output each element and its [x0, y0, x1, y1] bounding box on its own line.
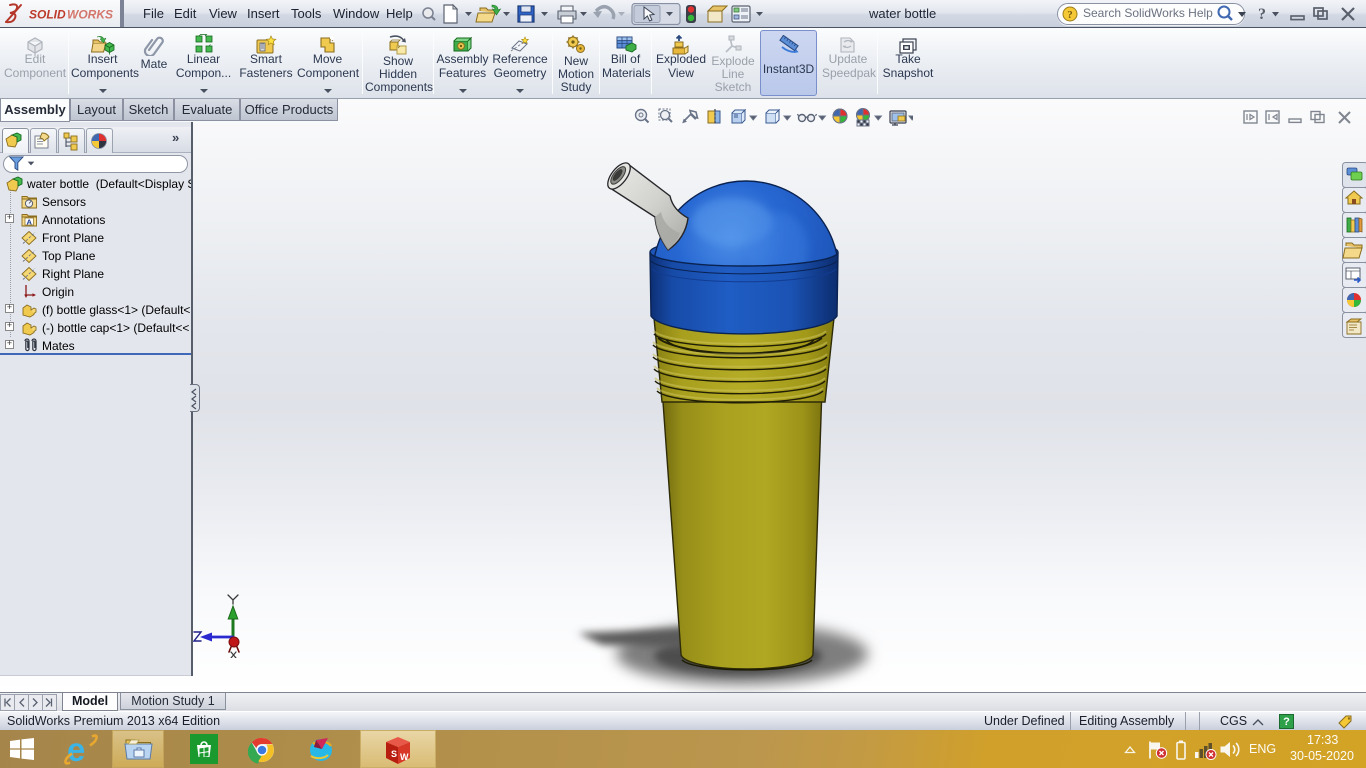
svg-text:e: e [67, 734, 85, 765]
svg-text:A: A [26, 218, 32, 227]
svg-text:?: ? [1067, 9, 1073, 21]
svg-text:S: S [391, 749, 397, 759]
svg-text:W: W [400, 752, 409, 762]
svg-text:WORKS: WORKS [67, 8, 113, 22]
svg-text:SOLID: SOLID [29, 8, 66, 22]
svg-text:?: ? [1258, 6, 1266, 23]
